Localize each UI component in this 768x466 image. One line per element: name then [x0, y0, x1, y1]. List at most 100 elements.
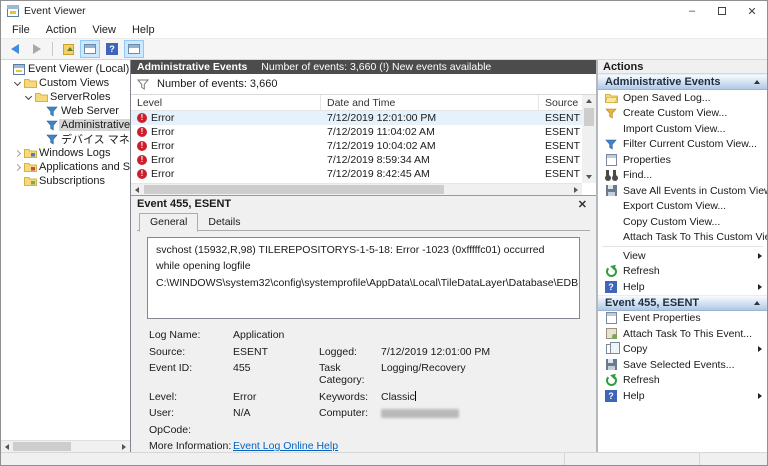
- source-label: Source:: [149, 346, 233, 358]
- tree-horizontal-scrollbar[interactable]: [1, 440, 130, 452]
- tree-item-custom-views[interactable]: Custom Views: [1, 76, 130, 90]
- action-find[interactable]: Find...: [598, 168, 767, 184]
- action-import-custom-view[interactable]: Import Custom View...: [598, 121, 767, 137]
- action-view[interactable]: View: [598, 248, 767, 264]
- tab-general[interactable]: General: [139, 213, 198, 232]
- filter-icon: [45, 106, 59, 117]
- show-action-pane-button[interactable]: [124, 40, 144, 58]
- column-header-source[interactable]: Source: [539, 95, 582, 110]
- help-icon: ?: [604, 390, 618, 402]
- scroll-right-icon[interactable]: [570, 184, 582, 196]
- event-list-horizontal-scrollbar[interactable]: [131, 183, 582, 195]
- actions-section-event-455-esent[interactable]: Event 455, ESENT: [598, 295, 767, 311]
- action-event-properties[interactable]: Event Properties: [598, 311, 767, 327]
- action-save-selected-events[interactable]: Save Selected Events...: [598, 357, 767, 373]
- action-attach-task-to-this-event[interactable]: Attach Task To This Event...: [598, 326, 767, 342]
- chevron-collapsed-icon[interactable]: [14, 149, 21, 156]
- close-detail-icon[interactable]: ✕: [575, 198, 590, 211]
- action-export-custom-view[interactable]: Export Custom View...: [598, 199, 767, 215]
- action-label: Filter Current Custom View...: [623, 138, 757, 150]
- tree-item-subscriptions[interactable]: Subscriptions: [1, 174, 130, 188]
- close-icon: ✕: [747, 5, 756, 18]
- back-button[interactable]: [5, 40, 25, 58]
- scroll-left-icon[interactable]: [1, 441, 13, 453]
- menu-help[interactable]: Help: [124, 22, 163, 38]
- copy-icon: [604, 344, 618, 354]
- chevron-expanded-icon[interactable]: [25, 92, 32, 99]
- action-save-all-events-in-custom-view-as[interactable]: Save All Events in Custom View As...: [598, 183, 767, 199]
- action-properties[interactable]: Properties: [598, 152, 767, 168]
- scroll-down-icon[interactable]: [583, 171, 595, 183]
- tree-label: Administrative Events: [59, 119, 131, 131]
- event-row[interactable]: !Error 7/12/2019 10:04:02 AM ESENT: [131, 139, 582, 153]
- event-source: ESENT: [539, 112, 582, 124]
- action-help-view[interactable]: ? Help: [598, 279, 767, 295]
- actions-pane: Actions Administrative Events Open Saved…: [598, 60, 767, 452]
- action-copy-event[interactable]: Copy: [598, 342, 767, 358]
- maximize-button[interactable]: [707, 1, 737, 21]
- tree-item-windows-logs[interactable]: Windows Logs: [1, 146, 130, 160]
- event-source: ESENT: [539, 168, 582, 180]
- event-list-vertical-scrollbar[interactable]: [582, 95, 596, 183]
- action-label: Copy Custom View...: [623, 216, 720, 228]
- action-open-saved-log[interactable]: Open Saved Log...: [598, 90, 767, 106]
- event-log-online-help-link[interactable]: Event Log Online Help: [233, 440, 338, 452]
- action-label: Properties: [623, 154, 671, 166]
- scroll-left-icon[interactable]: [131, 184, 143, 196]
- actions-section-header-label: Event 455, ESENT: [605, 297, 699, 309]
- scrollbar-thumb[interactable]: [584, 108, 594, 126]
- action-filter-current-custom-view[interactable]: Filter Current Custom View...: [598, 137, 767, 153]
- tree-item-administrative-events[interactable]: Administrative Events: [1, 118, 130, 132]
- scrollbar-thumb[interactable]: [144, 185, 444, 194]
- tree-item-event-viewer-local[interactable]: Event Viewer (Local): [1, 62, 130, 76]
- tree-item-web-server[interactable]: Web Server: [1, 104, 130, 118]
- column-header-date-time[interactable]: Date and Time: [321, 95, 539, 110]
- event-source: ESENT: [539, 126, 582, 138]
- menu-view[interactable]: View: [84, 22, 124, 38]
- close-button[interactable]: ✕: [737, 1, 767, 21]
- action-attach-task-to-this-custom-view[interactable]: Attach Task To This Custom View...: [598, 230, 767, 246]
- event-row[interactable]: !Error 7/12/2019 8:59:34 AM ESENT: [131, 153, 582, 167]
- folder-icon: [23, 78, 37, 88]
- chevron-collapsed-icon[interactable]: [14, 163, 21, 170]
- help-button[interactable]: ?: [102, 40, 122, 58]
- tab-details[interactable]: Details: [198, 214, 250, 231]
- event-description[interactable]: svchost (15932,R,98) TILEREPOSITORYS-1-5…: [147, 237, 580, 319]
- scroll-right-icon[interactable]: [118, 441, 130, 453]
- forward-button[interactable]: [27, 40, 47, 58]
- find-binoculars-icon: [604, 170, 618, 181]
- scroll-up-icon[interactable]: [583, 95, 595, 107]
- action-pane-icon: [128, 44, 140, 54]
- actions-section-administrative-events[interactable]: Administrative Events: [598, 74, 767, 90]
- collapse-section-icon[interactable]: [754, 80, 760, 84]
- open-saved-log-icon: [63, 44, 74, 55]
- column-header-level[interactable]: Level: [131, 95, 321, 110]
- tree-item-device-manager[interactable]: デバイス マネージャー -: [1, 132, 130, 146]
- action-refresh-view[interactable]: Refresh: [598, 264, 767, 280]
- menu-action[interactable]: Action: [38, 22, 85, 38]
- menu-file[interactable]: File: [4, 22, 38, 38]
- tree-item-serverroles[interactable]: ServerRoles: [1, 90, 130, 104]
- create-filter-icon: [604, 108, 618, 119]
- filter-icon: [604, 139, 618, 150]
- collapse-section-icon[interactable]: [754, 301, 760, 305]
- results-header-info: Number of events: 3,660 (!) New events a…: [261, 61, 491, 73]
- user-label: User:: [149, 407, 233, 419]
- event-row[interactable]: !Error 7/12/2019 12:01:00 PM ESENT: [131, 111, 582, 125]
- event-row[interactable]: !Error 7/12/2019 11:04:02 AM ESENT: [131, 125, 582, 139]
- event-row[interactable]: !Error 7/12/2019 8:42:45 AM ESENT: [131, 167, 582, 181]
- scrollbar-thumb[interactable]: [13, 442, 71, 451]
- minimize-button[interactable]: –: [677, 1, 707, 21]
- action-copy-custom-view[interactable]: Copy Custom View...: [598, 214, 767, 230]
- chevron-expanded-icon[interactable]: [14, 78, 21, 85]
- open-saved-log-button[interactable]: [58, 40, 78, 58]
- filter-summary-bar[interactable]: Number of events: 3,660: [131, 74, 596, 95]
- action-refresh-event[interactable]: Refresh: [598, 373, 767, 389]
- tree-item-applications-services-logs[interactable]: Applications and Services Lo: [1, 160, 130, 174]
- opcode-label: OpCode:: [149, 424, 233, 436]
- action-create-custom-view[interactable]: Create Custom View...: [598, 106, 767, 122]
- action-help-event[interactable]: ? Help: [598, 388, 767, 404]
- event-id-label: Event ID:: [149, 362, 233, 386]
- show-console-tree-button[interactable]: [80, 40, 100, 58]
- error-level-icon: !: [137, 155, 147, 165]
